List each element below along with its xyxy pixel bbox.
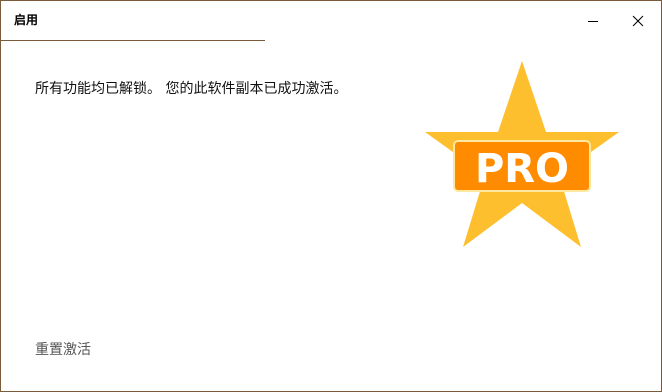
window-title: 启用 — [14, 13, 39, 27]
close-button[interactable] — [615, 1, 661, 40]
pro-badge-text: PRO — [475, 146, 569, 192]
activation-window: 启用 所有功能均已解锁。 您的此软件副本已成功激活。 PRO 重置激活 — [0, 0, 662, 392]
title-underline — [1, 40, 265, 41]
activation-message: 所有功能均已解锁。 您的此软件副本已成功激活。 — [35, 81, 348, 97]
pro-star-icon: PRO — [425, 61, 619, 247]
minimize-icon — [588, 20, 598, 22]
close-icon — [632, 15, 644, 26]
reset-activation-link[interactable]: 重置激活 — [35, 341, 91, 359]
minimize-button[interactable] — [570, 1, 616, 40]
title-bar: 启用 — [1, 1, 661, 41]
